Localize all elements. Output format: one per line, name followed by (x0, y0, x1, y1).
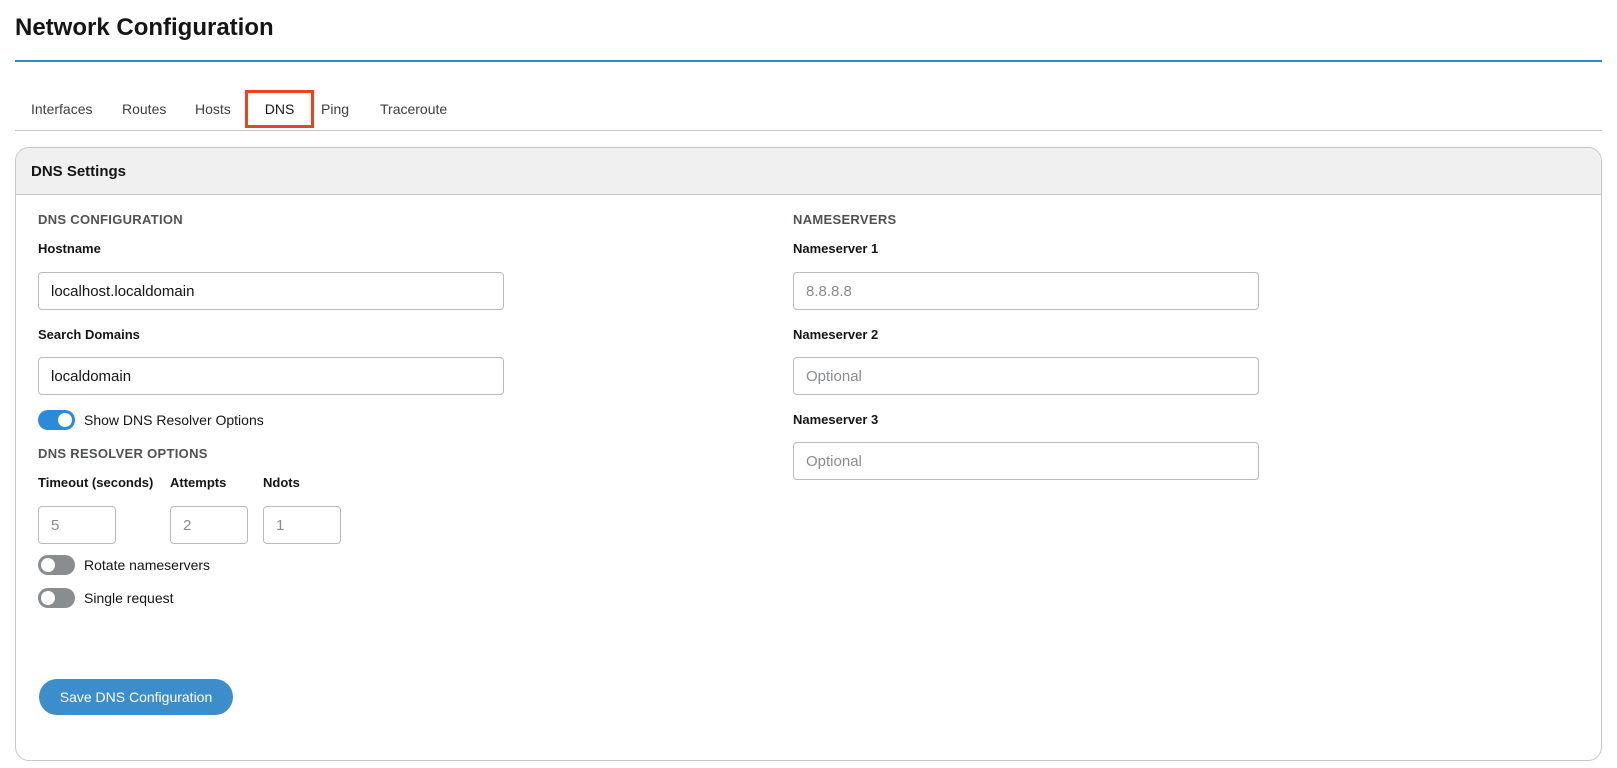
rotate-nameservers-label: Rotate nameservers (84, 557, 211, 573)
hostname-input[interactable] (38, 272, 504, 310)
timeout-label: Timeout (seconds) (38, 475, 154, 490)
tab-ping[interactable]: Ping (305, 90, 365, 128)
nameserver-1-label: Nameserver 1 (793, 241, 879, 256)
nameserver-3-label: Nameserver 3 (793, 412, 879, 427)
search-domains-input[interactable] (38, 357, 504, 395)
dns-configuration-heading: DNS CONFIGURATION (38, 212, 183, 227)
single-request-toggle[interactable] (38, 588, 75, 608)
nameserver-2-label: Nameserver 2 (793, 327, 879, 342)
dns-resolver-options-heading: DNS RESOLVER OPTIONS (38, 446, 208, 461)
save-dns-configuration-button[interactable]: Save DNS Configuration (39, 679, 233, 715)
nameservers-heading: NAMESERVERS (793, 212, 897, 227)
nameserver-1-input[interactable] (793, 272, 1259, 310)
attempts-label: Attempts (170, 475, 227, 490)
page-title: Network Configuration (15, 14, 274, 41)
toggle-knob (58, 413, 72, 427)
nameserver-3-input[interactable] (793, 442, 1259, 480)
tab-interfaces[interactable]: Interfaces (15, 90, 108, 128)
toggle-knob (41, 558, 55, 572)
tab-bar: Interfaces Routes Hosts DNS Ping Tracero… (15, 88, 1602, 131)
tab-hosts[interactable]: Hosts (179, 90, 247, 128)
search-domains-label: Search Domains (38, 327, 140, 342)
ndots-input[interactable] (263, 506, 341, 544)
network-configuration-page: Network Configuration Interfaces Routes … (0, 0, 1617, 768)
ndots-label: Ndots (263, 475, 300, 490)
tab-traceroute[interactable]: Traceroute (364, 90, 463, 128)
tab-routes[interactable]: Routes (106, 90, 182, 128)
rotate-toggle-row: Rotate nameservers (38, 554, 298, 576)
title-divider (15, 60, 1602, 62)
card-header: DNS Settings (16, 148, 1601, 195)
single-request-label: Single request (84, 590, 174, 606)
tab-dns[interactable]: DNS (245, 90, 314, 128)
show-resolver-label: Show DNS Resolver Options (84, 412, 264, 428)
toggle-knob (41, 591, 55, 605)
nameserver-2-input[interactable] (793, 357, 1259, 395)
attempts-input[interactable] (170, 506, 248, 544)
timeout-input[interactable] (38, 506, 116, 544)
show-resolver-toggle[interactable] (38, 410, 75, 430)
hostname-label: Hostname (38, 241, 101, 256)
show-resolver-toggle-row: Show DNS Resolver Options (38, 409, 298, 431)
rotate-nameservers-toggle[interactable] (38, 555, 75, 575)
dns-settings-card: DNS Settings DNS CONFIGURATION Hostname … (15, 147, 1602, 761)
single-request-toggle-row: Single request (38, 587, 298, 609)
card-title: DNS Settings (31, 163, 127, 180)
